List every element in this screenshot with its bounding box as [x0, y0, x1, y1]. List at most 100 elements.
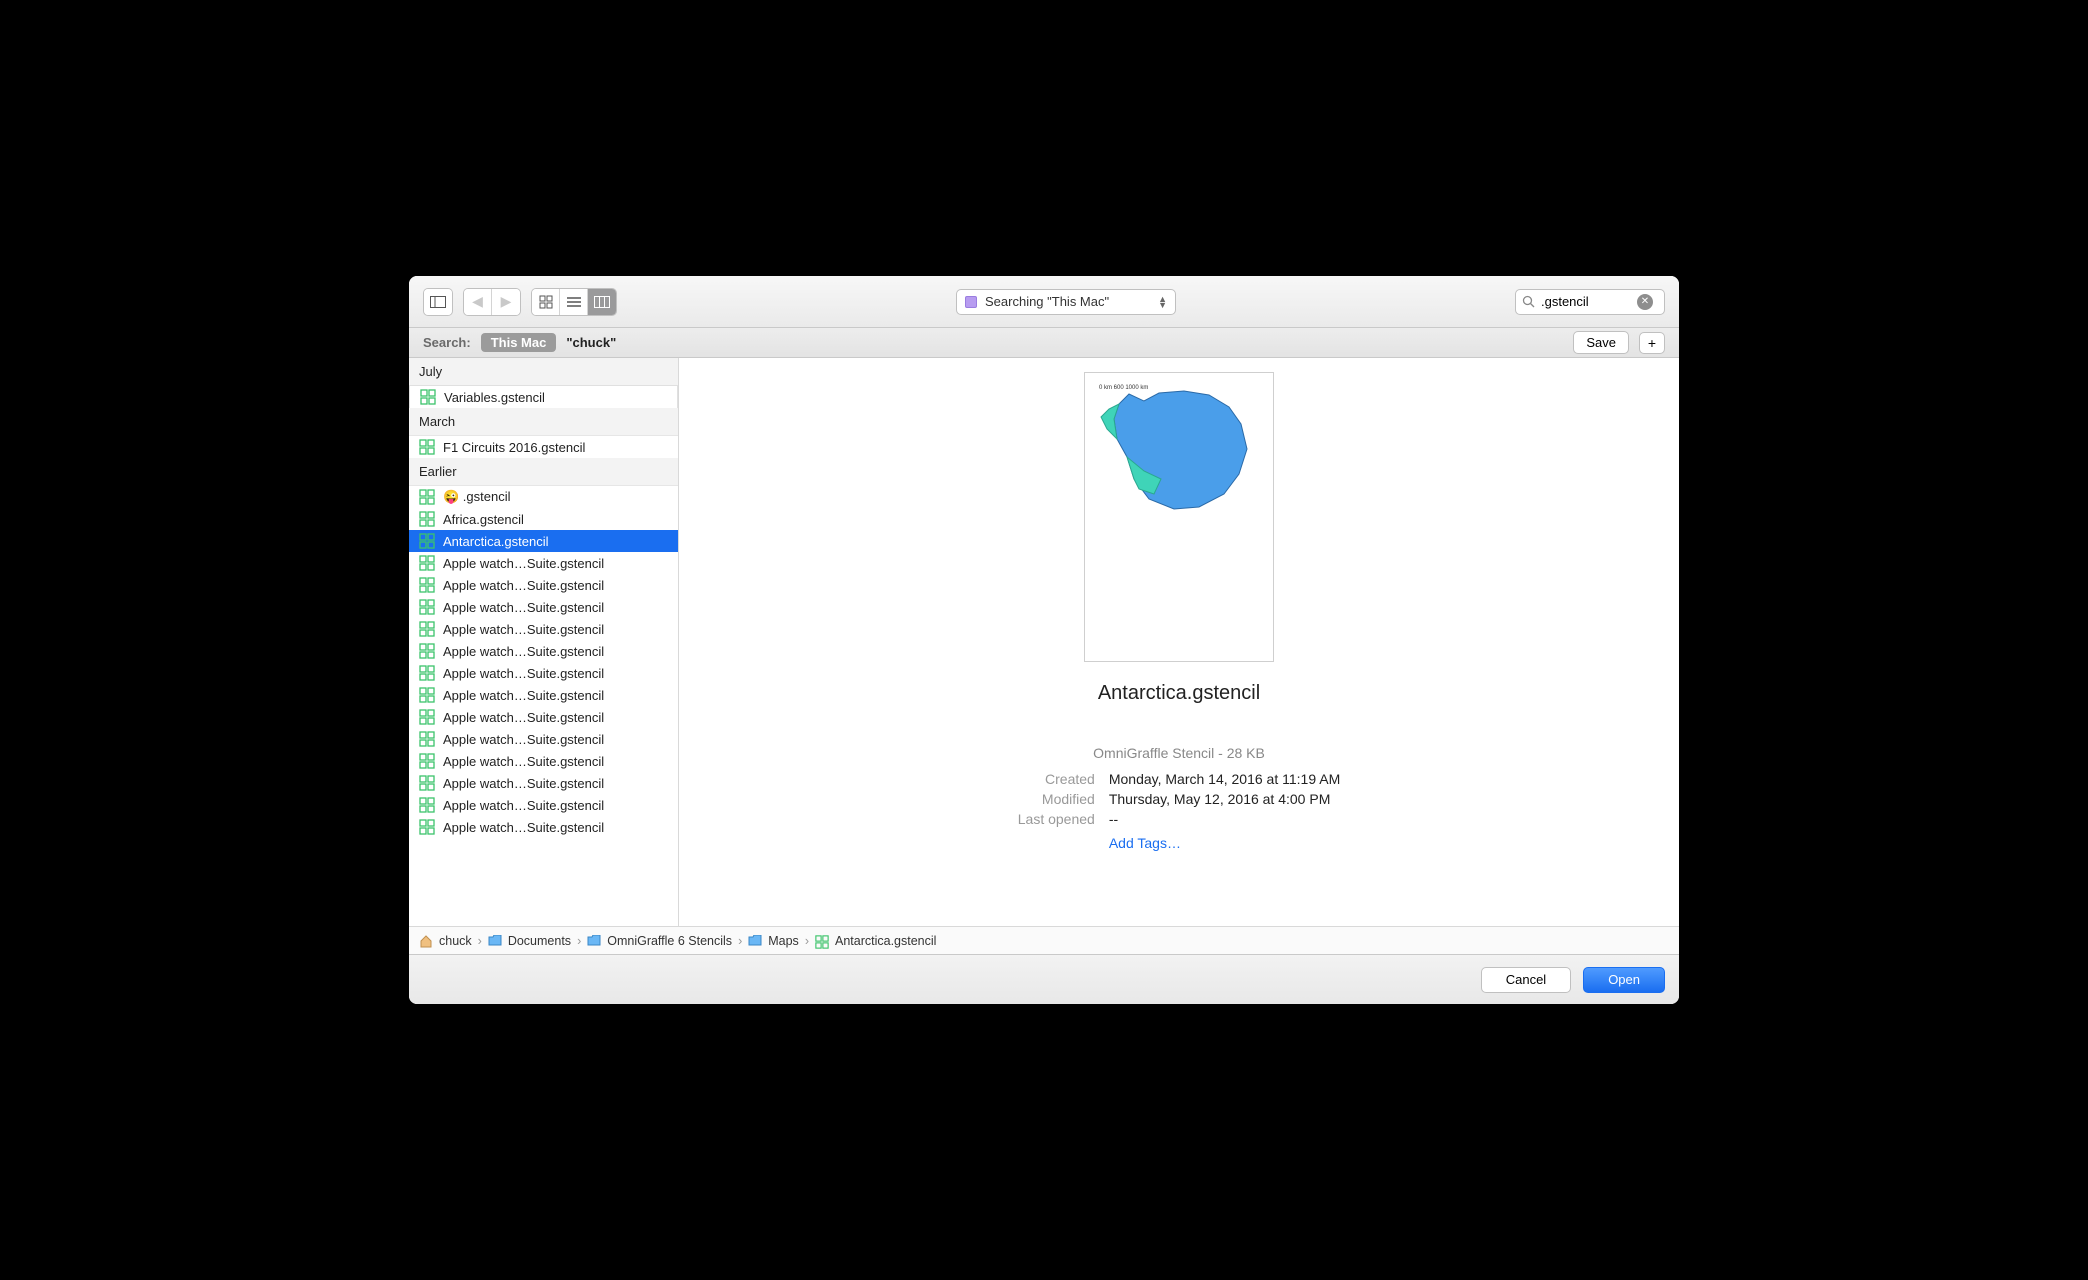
toolbar: ◀ ▶ Searching "This Mac" ▲▼ ✕ — [409, 276, 1679, 328]
file-name: Apple watch…Suite.gstencil — [443, 776, 604, 791]
stencil-file-icon — [419, 665, 435, 681]
stencil-file-icon — [419, 511, 435, 527]
stencil-file-icon — [419, 577, 435, 593]
file-name: Apple watch…Suite.gstencil — [443, 578, 604, 593]
open-button[interactable]: Open — [1583, 967, 1665, 993]
file-row[interactable]: Apple watch…Suite.gstencil — [409, 728, 678, 750]
file-row[interactable]: Apple watch…Suite.gstencil — [409, 596, 678, 618]
file-row[interactable]: Apple watch…Suite.gstencil — [409, 706, 678, 728]
back-button[interactable]: ◀ — [464, 289, 492, 315]
stencil-file-icon — [419, 533, 435, 549]
svg-text:0 km 600 1000 km: 0 km 600 1000 km — [1099, 385, 1148, 391]
file-name: Variables.gstencil — [444, 390, 545, 405]
stencil-file-icon — [419, 439, 435, 455]
file-row[interactable]: Variables.gstencil — [409, 385, 678, 409]
stencil-file-icon — [419, 555, 435, 571]
scope-user[interactable]: "chuck" — [566, 335, 616, 350]
sidebar-toggle-group — [423, 288, 453, 316]
file-row[interactable]: Apple watch…Suite.gstencil — [409, 640, 678, 662]
file-row[interactable]: 😜 .gstencil — [409, 486, 678, 508]
forward-button[interactable]: ▶ — [492, 289, 520, 315]
stencil-file-icon — [419, 621, 435, 637]
stencil-file-icon — [419, 709, 435, 725]
saved-search-icon — [965, 296, 977, 308]
file-name: Apple watch…Suite.gstencil — [443, 710, 604, 725]
file-name: Apple watch…Suite.gstencil — [443, 666, 604, 681]
add-criteria-button[interactable]: + — [1639, 332, 1665, 354]
file-name: Apple watch…Suite.gstencil — [443, 820, 604, 835]
path-segment[interactable]: Antarctica.gstencil — [835, 934, 936, 948]
path-segment[interactable]: chuck — [439, 934, 472, 948]
file-row[interactable]: F1 Circuits 2016.gstencil — [409, 436, 678, 458]
column-view-button[interactable] — [588, 289, 616, 315]
save-search-button[interactable]: Save — [1573, 331, 1629, 354]
path-separator: › — [478, 934, 482, 948]
search-scope-label: Search: — [423, 335, 471, 350]
nav-group: ◀ ▶ — [463, 288, 521, 316]
scope-this-mac[interactable]: This Mac — [481, 333, 557, 352]
file-name: Apple watch…Suite.gstencil — [443, 622, 604, 637]
file-name: Apple watch…Suite.gstencil — [443, 754, 604, 769]
preview-pane: 0 km 600 1000 km Antarctica.gstencil Omn… — [679, 358, 1679, 926]
file-row[interactable]: Apple watch…Suite.gstencil — [409, 618, 678, 640]
sidebar-toggle-button[interactable] — [424, 289, 452, 315]
file-row[interactable]: Africa.gstencil — [409, 508, 678, 530]
stencil-file-icon — [419, 687, 435, 703]
antarctica-map-icon: 0 km 600 1000 km — [1089, 379, 1269, 529]
search-field[interactable]: ✕ — [1515, 289, 1665, 315]
file-row[interactable]: Apple watch…Suite.gstencil — [409, 750, 678, 772]
path-bar: chuck › Documents › OmniGraffle 6 Stencils › M… — [409, 926, 1679, 954]
file-name: Africa.gstencil — [443, 512, 524, 527]
path-segment[interactable]: OmniGraffle 6 Stencils — [607, 934, 732, 948]
search-icon — [1522, 295, 1535, 308]
lastopened-label: Last opened — [1018, 811, 1095, 827]
file-name: Apple watch…Suite.gstencil — [443, 644, 604, 659]
file-name: Apple watch…Suite.gstencil — [443, 732, 604, 747]
path-segment[interactable]: Maps — [768, 934, 799, 948]
folder-icon — [587, 935, 601, 947]
add-tags-button[interactable]: Add Tags… — [1109, 835, 1340, 851]
file-name: Apple watch…Suite.gstencil — [443, 600, 604, 615]
file-row[interactable]: Apple watch…Suite.gstencil — [409, 574, 678, 596]
search-input[interactable] — [1541, 294, 1631, 309]
preview-metadata: Created Monday, March 14, 2016 at 11:19 … — [1018, 771, 1340, 851]
section-header: Earlier — [409, 458, 678, 486]
file-row[interactable]: Apple watch…Suite.gstencil — [409, 794, 678, 816]
clear-search-button[interactable]: ✕ — [1637, 294, 1653, 310]
path-segment[interactable]: Documents — [508, 934, 571, 948]
file-row[interactable]: Apple watch…Suite.gstencil — [409, 684, 678, 706]
preview-filename: Antarctica.gstencil — [1098, 682, 1260, 705]
section-header: March — [409, 408, 678, 436]
path-separator: › — [805, 934, 809, 948]
list-view-button[interactable] — [560, 289, 588, 315]
file-name: Apple watch…Suite.gstencil — [443, 556, 604, 571]
file-row[interactable]: Apple watch…Suite.gstencil — [409, 552, 678, 574]
cancel-button[interactable]: Cancel — [1481, 967, 1571, 993]
created-label: Created — [1018, 771, 1095, 787]
stencil-file-icon — [815, 935, 829, 947]
file-row[interactable]: Apple watch…Suite.gstencil — [409, 772, 678, 794]
folder-icon — [748, 935, 762, 947]
section-header: July — [409, 358, 678, 386]
stencil-file-icon — [419, 775, 435, 791]
file-row[interactable]: Antarctica.gstencil — [409, 530, 678, 552]
file-list[interactable]: July Variables.gstencil March F1 Circuits 2… — [409, 358, 679, 926]
modified-value: Thursday, May 12, 2016 at 4:00 PM — [1109, 791, 1340, 807]
stencil-file-icon — [419, 643, 435, 659]
file-name: Apple watch…Suite.gstencil — [443, 688, 604, 703]
location-dropdown[interactable]: Searching "This Mac" ▲▼ — [956, 289, 1176, 315]
open-dialog: ◀ ▶ Searching "This Mac" ▲▼ ✕ — [409, 276, 1679, 1004]
file-row[interactable]: Apple watch…Suite.gstencil — [409, 662, 678, 684]
icon-view-button[interactable] — [532, 289, 560, 315]
file-name: F1 Circuits 2016.gstencil — [443, 440, 585, 455]
preview-kind-size: OmniGraffle Stencil - 28 KB — [1093, 745, 1265, 761]
path-separator: › — [738, 934, 742, 948]
stencil-file-icon — [420, 389, 436, 405]
location-dropdown-text: Searching "This Mac" — [985, 294, 1109, 309]
stencil-file-icon — [419, 489, 435, 505]
modified-label: Modified — [1018, 791, 1095, 807]
stencil-file-icon — [419, 599, 435, 615]
file-row[interactable]: Apple watch…Suite.gstencil — [409, 816, 678, 838]
search-scope-bar: Search: This Mac "chuck" Save + — [409, 328, 1679, 358]
preview-thumbnail: 0 km 600 1000 km — [1084, 372, 1274, 662]
